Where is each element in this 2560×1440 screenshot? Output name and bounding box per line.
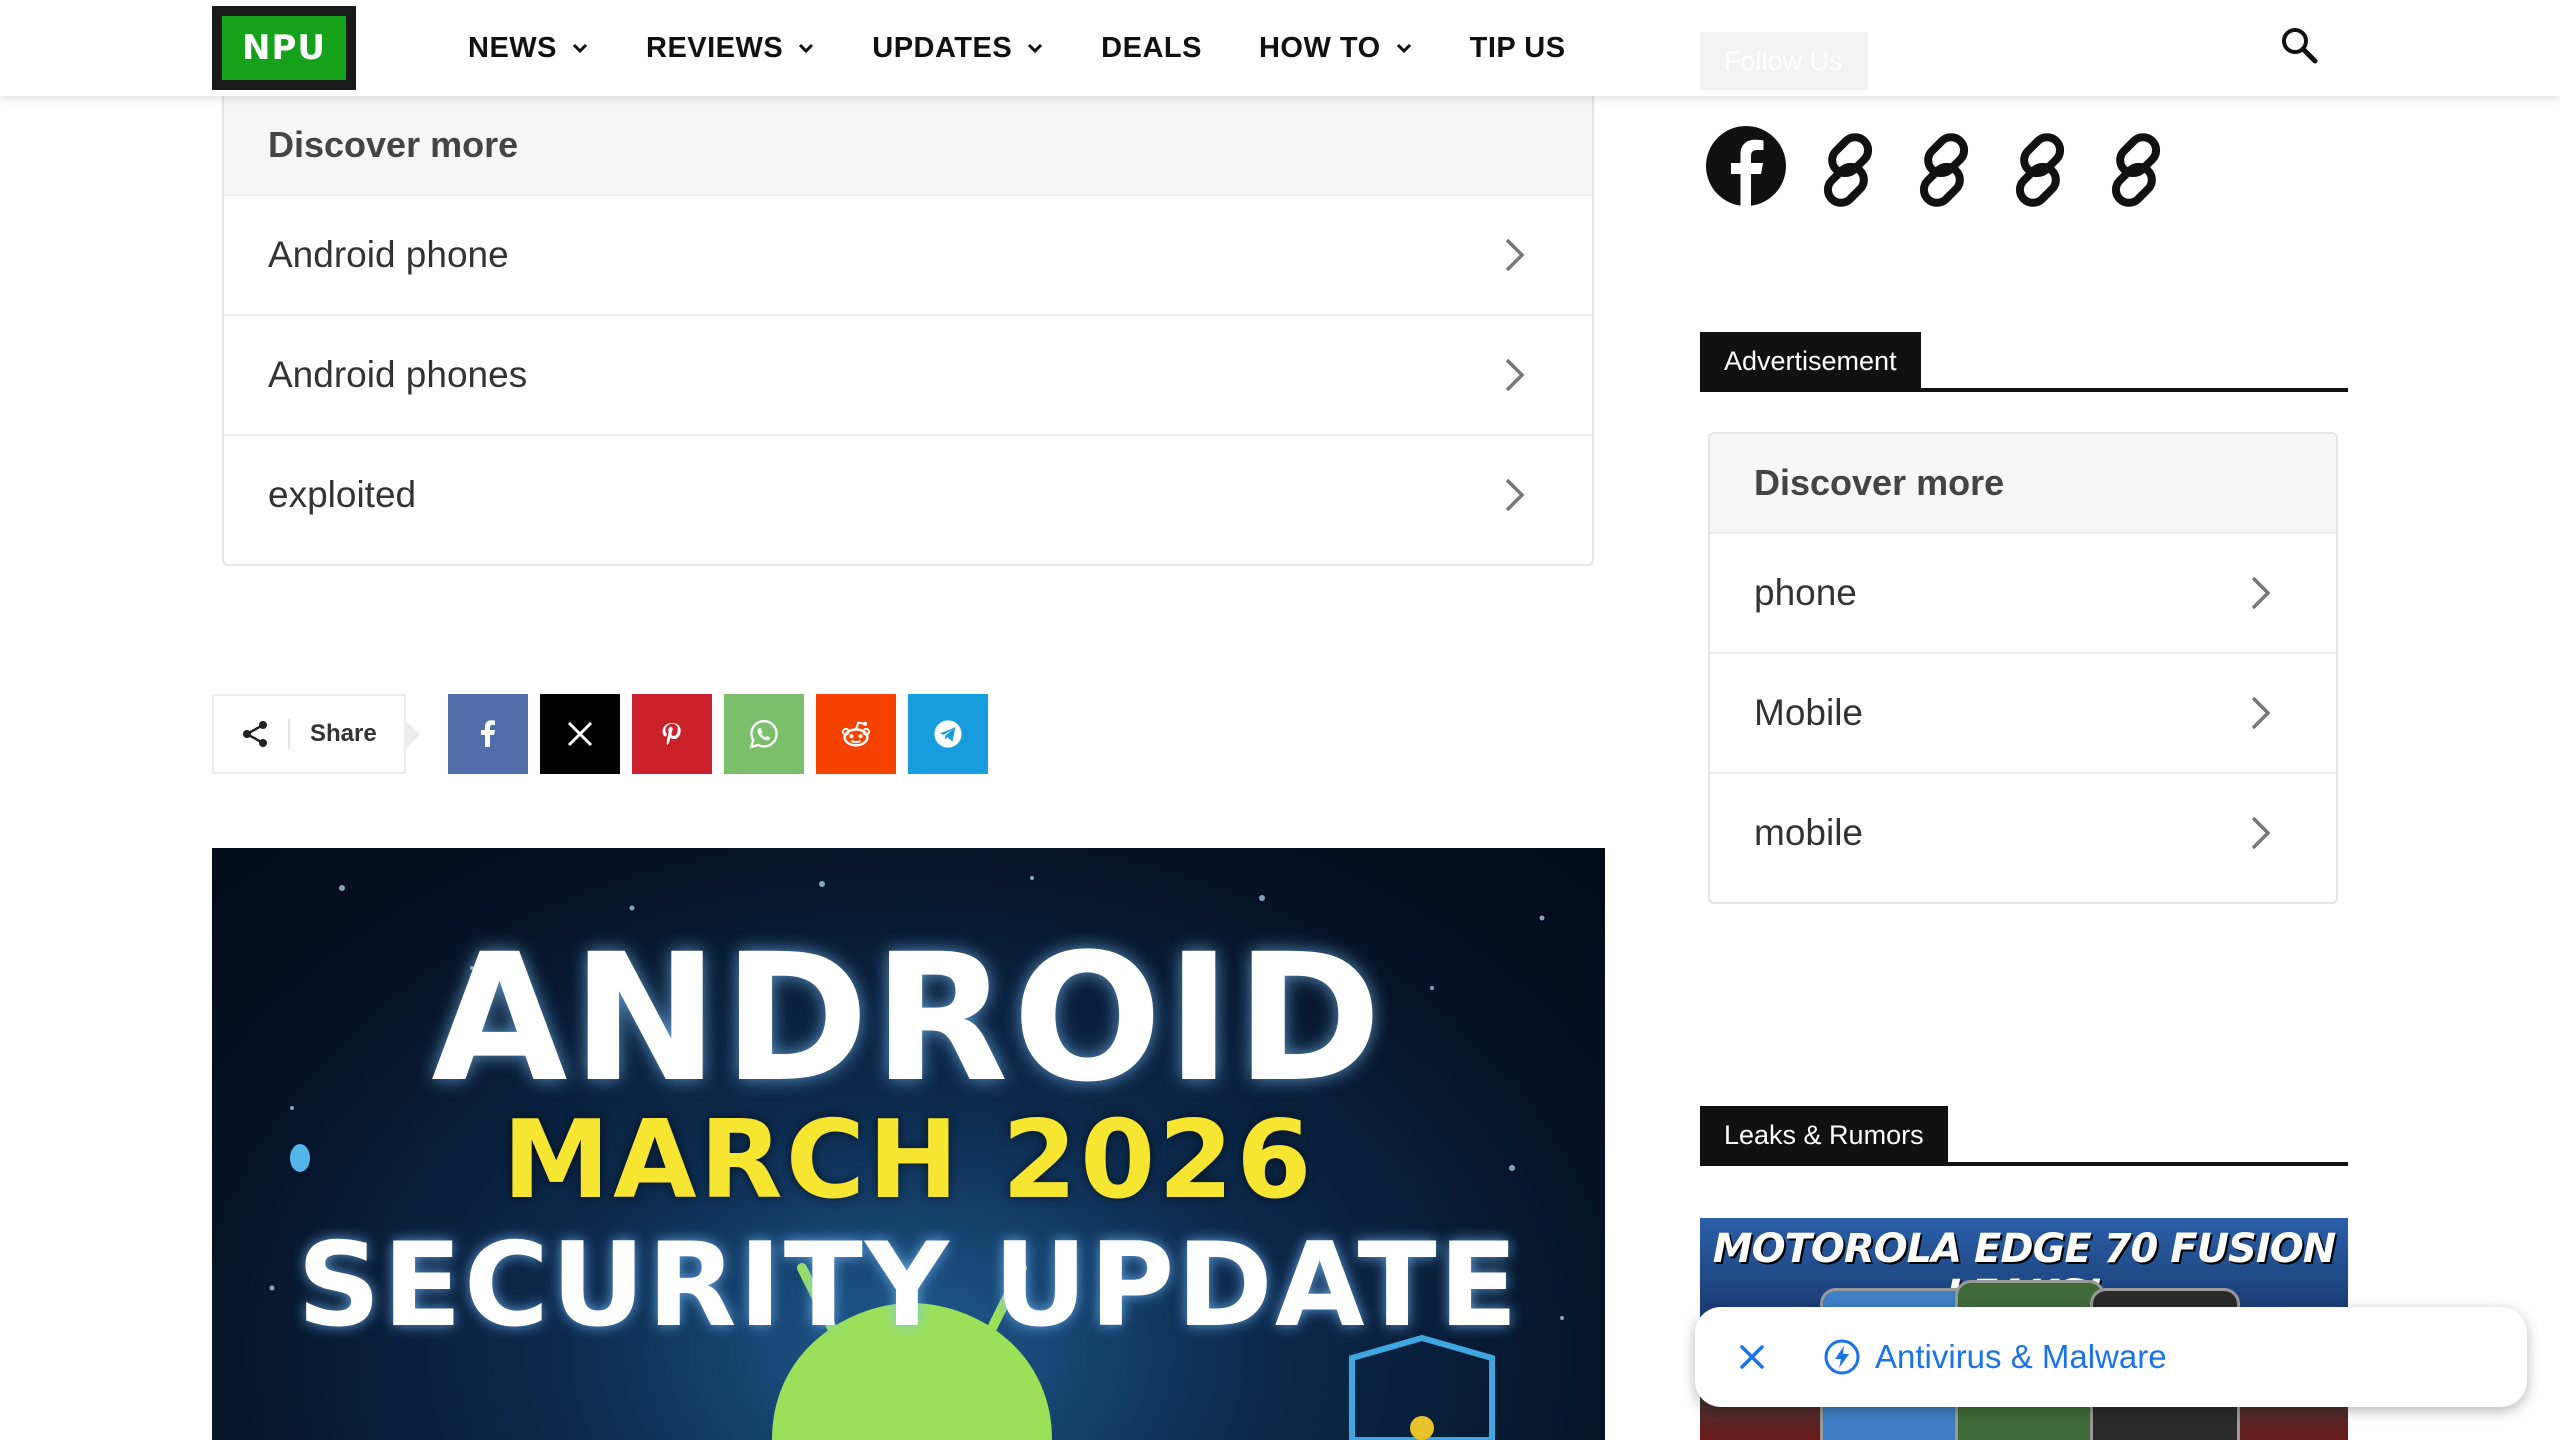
social-link-2[interactable] xyxy=(1800,122,1896,218)
discover-item[interactable]: Mobile xyxy=(1710,652,2336,772)
facebook-icon xyxy=(1706,126,1786,206)
nav-updates-label: UPDATES xyxy=(872,31,1013,64)
nav-news[interactable]: NEWS xyxy=(468,32,589,65)
share-icon xyxy=(243,721,267,747)
reddit-icon xyxy=(841,721,871,747)
discover-item[interactable]: phone xyxy=(1710,532,2336,652)
chevron-down-icon xyxy=(572,43,588,54)
discover-item[interactable]: mobile xyxy=(1710,772,2336,892)
sidebar-discover-title: Discover more xyxy=(1710,434,2336,532)
discover-item-label: Mobile xyxy=(1754,692,1863,733)
share-label-box: Share xyxy=(212,694,420,774)
site-logo[interactable]: NPU xyxy=(212,6,356,90)
share-telegram-button[interactable] xyxy=(908,694,988,774)
whatsapp-icon xyxy=(749,720,778,749)
leaks-rumors-divider xyxy=(1700,1162,2348,1166)
nav-news-label: NEWS xyxy=(468,31,557,64)
antivirus-malware-link[interactable]: Antivirus & Malware xyxy=(1823,1338,2167,1376)
chevron-down-icon xyxy=(1396,43,1411,54)
discover-more-card: Discover more Android phone Android phon… xyxy=(222,96,1594,566)
link-icon xyxy=(2111,133,2161,207)
chevron-right-icon xyxy=(2251,816,2271,850)
advertisement-label: Advertisement xyxy=(1700,332,1921,390)
discover-item[interactable]: Android phones xyxy=(224,314,1592,434)
social-link-5[interactable] xyxy=(2088,122,2184,218)
search-icon xyxy=(2282,28,2318,64)
leaks-rumors-label: Leaks & Rumors xyxy=(1700,1106,1948,1164)
facebook-link[interactable] xyxy=(1704,122,1800,218)
chevron-down-icon xyxy=(1028,43,1043,54)
hero-image[interactable]: ANDROID MARCH 2026 SECURITY UPDATE xyxy=(212,848,1605,1440)
telegram-icon xyxy=(934,720,962,748)
facebook-icon xyxy=(481,720,495,747)
nav-reviews-label: REVIEWS xyxy=(646,31,784,64)
discover-item[interactable]: Android phone xyxy=(224,194,1592,314)
share-divider xyxy=(288,719,290,749)
chevron-right-icon xyxy=(1505,358,1525,392)
discover-item-label: phone xyxy=(1754,572,1857,613)
chevron-right-icon xyxy=(2251,696,2271,730)
link-icon xyxy=(1823,133,1873,207)
site-header: NPU NEWS REVIEWS UPDATES DEALS HOW TO TI… xyxy=(0,0,2560,96)
chevron-right-icon xyxy=(1505,478,1525,512)
hero-line-android: ANDROID xyxy=(431,916,1386,1121)
nav-tip-us-label: TIP US xyxy=(1469,31,1566,64)
discover-item-label: Android phones xyxy=(268,354,528,395)
hero-line-security: SECURITY UPDATE xyxy=(297,1218,1520,1353)
social-link-4[interactable] xyxy=(1992,122,2088,218)
sidebar-discover-card: Discover more phone Mobile mobile xyxy=(1708,432,2338,904)
share-x-button[interactable] xyxy=(540,694,620,774)
main-nav: NEWS REVIEWS UPDATES DEALS HOW TO TIP US xyxy=(468,0,1623,96)
close-icon[interactable] xyxy=(1735,1340,1769,1374)
nav-deals[interactable]: DEALS xyxy=(1101,32,1202,65)
social-link-3[interactable] xyxy=(1896,122,1992,218)
logo-text: NPU xyxy=(222,16,346,80)
follow-us-label: Follow Us xyxy=(1700,32,1868,90)
nav-updates[interactable]: UPDATES xyxy=(872,32,1044,65)
discover-item-label: Android phone xyxy=(268,234,509,275)
nav-how-to[interactable]: HOW TO xyxy=(1259,32,1413,65)
discover-more-title: Discover more xyxy=(224,96,1592,194)
chevron-right-icon xyxy=(2251,576,2271,610)
nav-reviews[interactable]: REVIEWS xyxy=(646,32,815,65)
topic-popup: Antivirus & Malware xyxy=(1695,1307,2527,1407)
antivirus-malware-label: Antivirus & Malware xyxy=(1875,1338,2167,1375)
share-label: Share xyxy=(310,720,377,747)
share-whatsapp-button[interactable] xyxy=(724,694,804,774)
page: NPU NEWS REVIEWS UPDATES DEALS HOW TO TI… xyxy=(0,0,2560,1440)
discover-item[interactable]: exploited xyxy=(224,434,1592,554)
chevron-right-icon xyxy=(1505,238,1525,272)
social-icons xyxy=(1704,122,2184,218)
nav-how-to-label: HOW TO xyxy=(1258,31,1381,64)
nav-deals-label: DEALS xyxy=(1101,31,1202,64)
bolt-icon xyxy=(1824,1339,1860,1375)
search-button[interactable] xyxy=(2278,24,2320,66)
share-reddit-button[interactable] xyxy=(816,694,896,774)
pinterest-icon xyxy=(662,723,681,745)
hero-line-date: MARCH 2026 xyxy=(502,1098,1315,1223)
advertisement-divider xyxy=(1700,388,2348,392)
share-pinterest-button[interactable] xyxy=(632,694,712,774)
nav-tip-us[interactable]: TIP US xyxy=(1470,32,1566,65)
discover-item-label: mobile xyxy=(1754,812,1863,853)
discover-item-label: exploited xyxy=(268,474,417,515)
share-facebook-button[interactable] xyxy=(448,694,528,774)
link-icon xyxy=(1919,133,1969,207)
chevron-down-icon xyxy=(799,43,814,54)
x-icon xyxy=(567,721,593,747)
link-icon xyxy=(2015,133,2065,207)
